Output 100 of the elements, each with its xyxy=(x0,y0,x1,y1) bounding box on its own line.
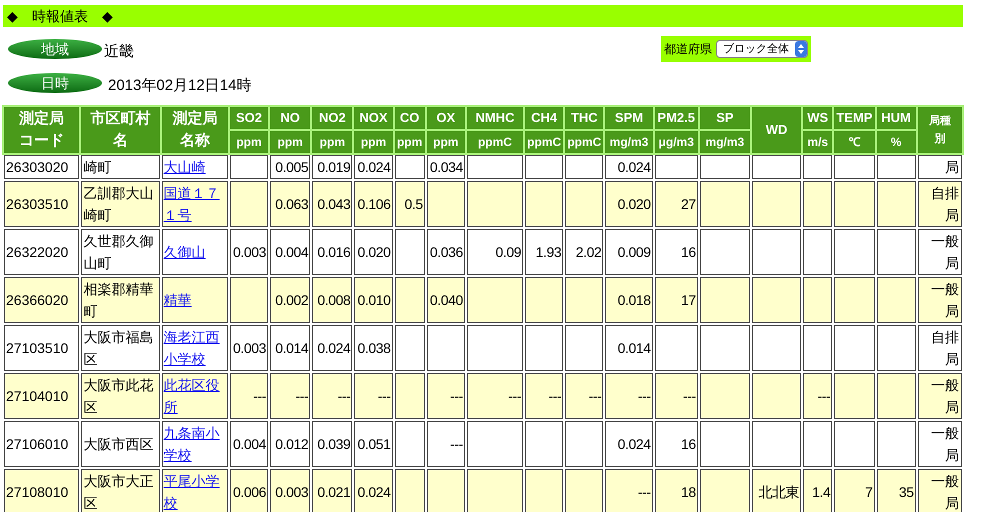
column-header: CH4 xyxy=(525,107,564,129)
unit-header: mg/m3 xyxy=(605,131,653,153)
column-header: 測定局名称 xyxy=(162,107,228,153)
station-code: 27106010 xyxy=(4,421,80,467)
measurement-value: 0.021 xyxy=(312,469,352,512)
station-code: 27108010 xyxy=(4,469,80,512)
station-type: 一般局 xyxy=(918,421,962,467)
measurement-value: --- xyxy=(466,373,524,419)
measurement-value: 2.02 xyxy=(565,229,604,275)
municipality-name: 大阪市西区 xyxy=(81,421,160,467)
measurement-value: --- xyxy=(426,421,465,467)
municipality-name: 大阪市福島区 xyxy=(81,325,160,371)
column-header: THC xyxy=(565,107,604,129)
unit-header: mg/m3 xyxy=(700,131,750,153)
measurement-value: 0.004 xyxy=(230,421,268,467)
measurement-value: 0.024 xyxy=(354,469,393,512)
unit-header: ppmC xyxy=(565,131,604,153)
wind-direction: 北北東 xyxy=(752,469,802,512)
column-header: SPM xyxy=(605,107,653,129)
station-type: 自排局 xyxy=(918,181,962,227)
measurement-value: --- xyxy=(565,373,604,419)
measurement-value: 0.014 xyxy=(270,325,310,371)
measurement-value: 0.040 xyxy=(426,277,465,323)
measurement-value: 0.5 xyxy=(394,181,425,227)
measurement-value: --- xyxy=(605,469,653,512)
measurement-value: --- xyxy=(605,373,653,419)
unit-header: ppm xyxy=(394,131,425,153)
station-type: 局 xyxy=(918,155,962,179)
measurement-value: 0.051 xyxy=(354,421,393,467)
column-header: TEMP xyxy=(834,107,874,129)
column-header: PM2.5 xyxy=(654,107,698,129)
column-header: HUM xyxy=(876,107,916,129)
column-header: NMHC xyxy=(466,107,524,129)
unit-header: ppm xyxy=(354,131,393,153)
measurement-value: 17 xyxy=(654,277,698,323)
measurement-value: --- xyxy=(230,373,268,419)
measurement-value: 0.018 xyxy=(605,277,653,323)
column-header: 局種別 xyxy=(918,107,962,153)
measurement-value: --- xyxy=(525,373,564,419)
measurement-value: 0.063 xyxy=(270,181,310,227)
station-type: 一般局 xyxy=(918,229,962,275)
unit-header: ppm xyxy=(270,131,310,153)
measurement-value: 0.003 xyxy=(270,469,310,512)
column-header: 測定局コード xyxy=(4,107,80,153)
unit-header: ppm xyxy=(230,131,268,153)
measurement-value: 18 xyxy=(654,469,698,512)
measurement-value: --- xyxy=(426,373,465,419)
column-header: NO xyxy=(270,107,310,129)
station-code: 26303510 xyxy=(4,181,80,227)
measurement-value: 27 xyxy=(654,181,698,227)
measurement-value: 0.09 xyxy=(466,229,524,275)
measurement-value: 0.016 xyxy=(312,229,352,275)
diamond-mark: ◆ xyxy=(7,6,18,26)
measurement-value: 0.002 xyxy=(270,277,310,323)
page-title: 時報値表 xyxy=(32,6,88,26)
measurement-value: 0.009 xyxy=(605,229,653,275)
column-header: NOX xyxy=(354,107,393,129)
unit-header: % xyxy=(876,131,916,153)
station-code: 26366020 xyxy=(4,277,80,323)
station-type: 一般局 xyxy=(918,469,962,512)
measurement-value: 0.008 xyxy=(312,277,352,323)
measurement-value: 0.039 xyxy=(312,421,352,467)
measurement-value: --- xyxy=(803,373,832,419)
station-type: 一般局 xyxy=(918,373,962,419)
measurement-value: 16 xyxy=(654,229,698,275)
station-type: 一般局 xyxy=(918,277,962,323)
column-header: SP xyxy=(700,107,750,129)
measurement-value: 0.003 xyxy=(230,325,268,371)
measurement-value: 0.005 xyxy=(270,155,310,179)
station-link[interactable]: 海老江西小学校 xyxy=(164,326,226,370)
measurement-value: 0.003 xyxy=(230,229,268,275)
station-link[interactable]: 九条南小学校 xyxy=(164,422,226,466)
region-value: 近畿 xyxy=(104,42,134,62)
station-link[interactable]: 国道１７１号 xyxy=(164,182,226,226)
measurement-value: 1.93 xyxy=(525,229,564,275)
station-link[interactable]: 平尾小学校 xyxy=(164,470,226,512)
diamond-mark: ◆ xyxy=(102,6,113,26)
station-link[interactable]: 大山崎 xyxy=(164,156,226,178)
column-header: WS xyxy=(803,107,832,129)
station-code: 26303020 xyxy=(4,155,80,179)
column-header: NO2 xyxy=(312,107,352,129)
station-link[interactable]: 此花区役所 xyxy=(164,374,226,418)
measurement-value: 0.106 xyxy=(354,181,393,227)
unit-header: ℃ xyxy=(834,131,874,153)
prefecture-select[interactable]: ブロック全体 xyxy=(716,40,808,58)
measurement-value: 0.024 xyxy=(354,155,393,179)
measurement-value: 0.020 xyxy=(354,229,393,275)
unit-header: ppmC xyxy=(525,131,564,153)
municipality-name: 大阪市此花区 xyxy=(81,373,160,419)
measurement-value: --- xyxy=(270,373,310,419)
column-header: WD xyxy=(752,107,802,153)
measurement-value: 0.024 xyxy=(312,325,352,371)
measurement-value: 0.034 xyxy=(426,155,465,179)
measurement-value: 0.024 xyxy=(605,421,653,467)
unit-header: ppmC xyxy=(466,131,524,153)
municipality-name: 久世郡久御山町 xyxy=(81,229,160,275)
station-code: 26322020 xyxy=(4,229,80,275)
unit-header: m/s xyxy=(803,131,832,153)
measurement-value: 0.004 xyxy=(270,229,310,275)
measurement-value: 0.019 xyxy=(312,155,352,179)
